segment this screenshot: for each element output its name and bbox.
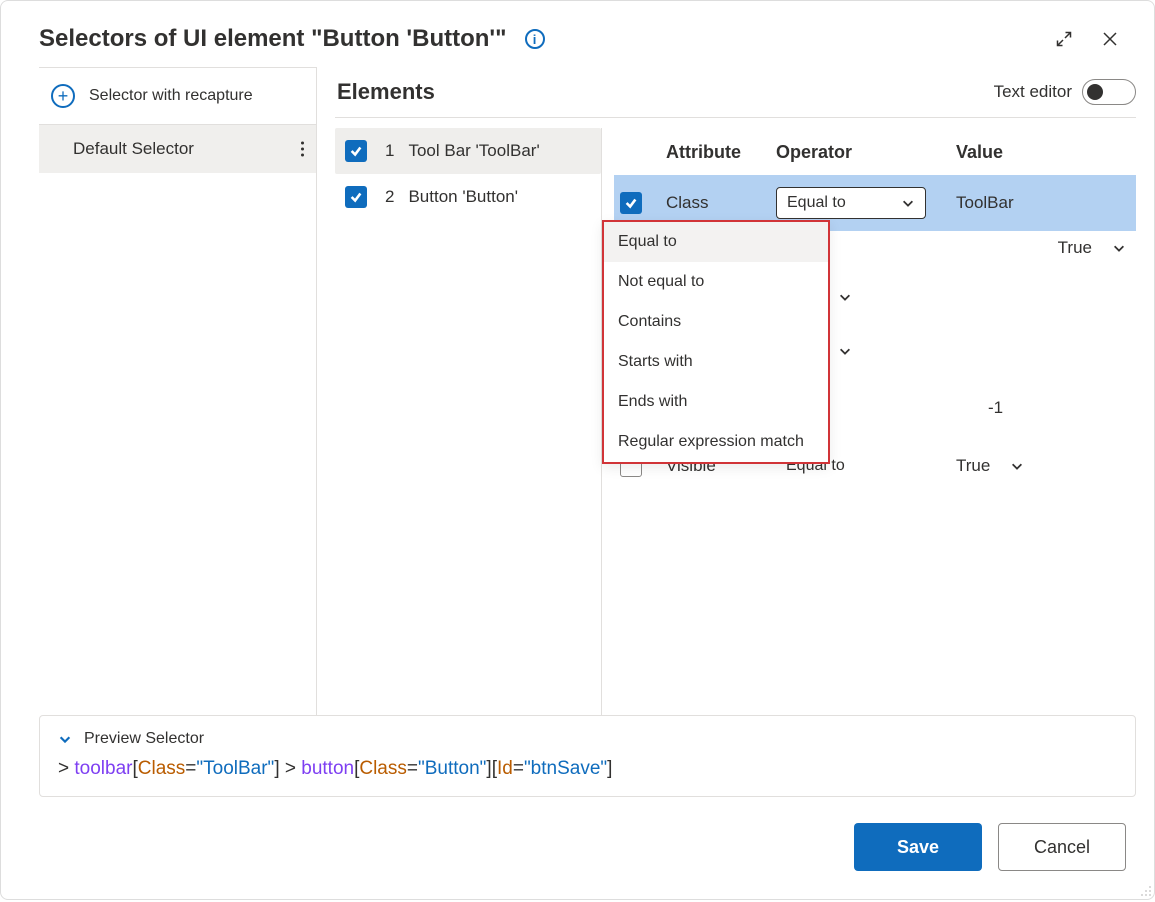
sidebar-item-default-selector[interactable]: Default Selector — [39, 125, 316, 173]
preview-path: > toolbar[Class="ToolBar"] > button[Clas… — [58, 758, 1117, 780]
col-value: Value — [934, 142, 1130, 163]
attribute-row-fragment[interactable] — [838, 290, 852, 309]
operator-value: Equal to — [787, 194, 846, 212]
more-icon[interactable] — [301, 142, 304, 157]
preview-toggle[interactable]: Preview Selector — [58, 730, 1117, 748]
checkbox-icon[interactable] — [345, 140, 367, 162]
chevron-down-icon — [1010, 459, 1024, 473]
chevron-down-icon — [901, 196, 915, 210]
col-attribute: Attribute — [666, 142, 768, 163]
attribute-row-fragment[interactable] — [838, 344, 852, 363]
dropdown-item[interactable]: Not equal to — [604, 262, 828, 302]
resize-grip-icon[interactable] — [1138, 883, 1152, 897]
dialog-title: Selectors of UI element "Button 'Button'… — [39, 25, 507, 53]
chevron-down-icon — [58, 732, 72, 746]
attribute-value[interactable]: ToolBar — [934, 193, 1130, 213]
text-editor-toggle[interactable] — [1082, 79, 1136, 105]
close-button[interactable] — [1094, 23, 1126, 55]
col-operator: Operator — [776, 142, 926, 163]
element-index: 1 — [385, 141, 394, 161]
checkbox-icon[interactable] — [345, 186, 367, 208]
info-icon[interactable]: i — [525, 29, 545, 49]
selectors-sidebar: + Selector with recapture Default Select… — [39, 67, 317, 715]
element-list: 1 Tool Bar 'ToolBar' 2 Button 'Button' — [335, 118, 601, 715]
add-selector-label: Selector with recapture — [89, 87, 253, 105]
dropdown-item[interactable]: Ends with — [604, 382, 828, 422]
element-row[interactable]: 2 Button 'Button' — [335, 174, 601, 220]
selectors-dialog: Selectors of UI element "Button 'Button'… — [0, 0, 1155, 900]
cancel-button[interactable]: Cancel — [998, 823, 1126, 871]
attribute-value[interactable]: True — [934, 456, 1130, 476]
fullscreen-button[interactable] — [1048, 23, 1080, 55]
dropdown-item[interactable]: Regular expression match — [604, 422, 828, 462]
attribute-name: Class — [666, 193, 768, 213]
attributes-panel: Attribute Operator Value Class Equal to … — [602, 118, 1136, 715]
attributes-header: Attribute Operator Value — [614, 130, 1136, 175]
attribute-value: True — [1058, 238, 1092, 258]
preview-title: Preview Selector — [84, 730, 204, 748]
checkbox-icon[interactable] — [620, 192, 642, 214]
elements-header: Elements Text editor — [335, 67, 1136, 118]
dialog-footer: Save Cancel — [1, 797, 1154, 899]
attribute-value: -1 — [988, 398, 1003, 417]
dropdown-item[interactable]: Starts with — [604, 342, 828, 382]
chevron-down-icon — [1112, 241, 1126, 255]
attribute-row-fragment[interactable]: True — [1058, 238, 1126, 258]
dropdown-item[interactable]: Contains — [604, 302, 828, 342]
chevron-down-icon — [838, 290, 852, 304]
attribute-row-fragment[interactable]: -1 — [966, 398, 1126, 418]
save-button[interactable]: Save — [854, 823, 982, 871]
elements-title: Elements — [337, 79, 435, 105]
add-selector-button[interactable]: + Selector with recapture — [39, 68, 316, 125]
preview-selector-panel: Preview Selector > toolbar[Class="ToolBa… — [39, 715, 1136, 797]
operator-dropdown: Equal to Not equal to Contains Starts wi… — [602, 220, 830, 464]
element-index: 2 — [385, 187, 394, 207]
operator-select[interactable]: Equal to — [776, 187, 926, 219]
elements-panel: Elements Text editor 1 Tool Bar 'ToolBar… — [317, 67, 1136, 715]
element-label: Button 'Button' — [408, 187, 518, 207]
dialog-header: Selectors of UI element "Button 'Button'… — [1, 1, 1154, 67]
chevron-down-icon — [838, 344, 852, 358]
element-label: Tool Bar 'ToolBar' — [408, 141, 539, 161]
dropdown-item[interactable]: Equal to — [604, 222, 828, 262]
text-editor-label: Text editor — [994, 82, 1072, 102]
sidebar-item-label: Default Selector — [73, 139, 194, 159]
plus-icon: + — [51, 84, 75, 108]
element-row[interactable]: 1 Tool Bar 'ToolBar' — [335, 128, 601, 174]
